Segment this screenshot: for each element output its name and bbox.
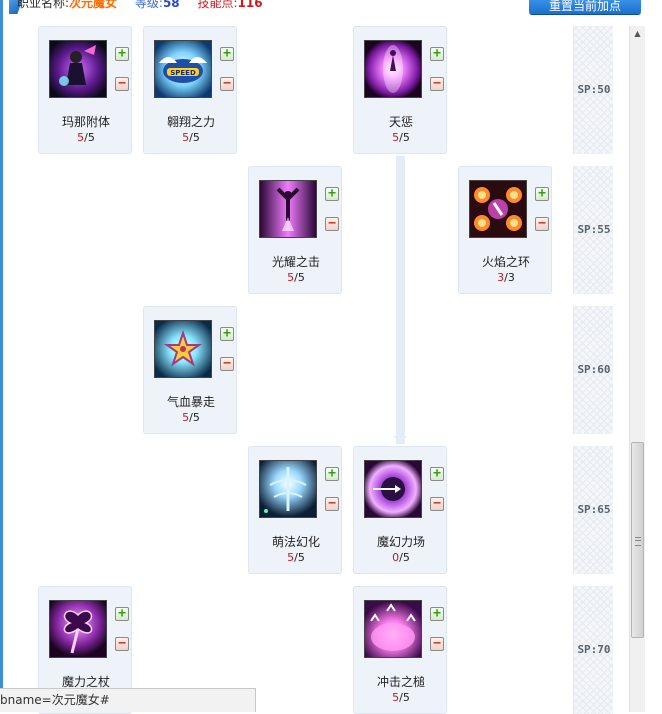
- add-point-button[interactable]: +: [430, 467, 444, 481]
- skill-level-max: /5: [189, 131, 200, 144]
- add-point-button[interactable]: +: [430, 607, 444, 621]
- skill-card-impact-hammer: + − 冲击之槌 5/5: [353, 586, 447, 714]
- remove-point-button[interactable]: −: [325, 217, 339, 231]
- remove-point-button[interactable]: −: [115, 77, 129, 91]
- sp-label: SP:70: [577, 643, 611, 656]
- level-label: 等级:: [134, 0, 163, 10]
- skill-level-max: /5: [399, 131, 410, 144]
- skill-card-mana-possession: + − 玛那附体 5/5: [38, 26, 132, 154]
- sp-row-60: SP:60: [573, 306, 613, 434]
- skill-name: 天惩: [388, 115, 413, 129]
- add-point-button[interactable]: +: [430, 47, 444, 61]
- skill-level: 5/5: [354, 131, 448, 144]
- sp-label: SP:60: [577, 363, 611, 376]
- remove-point-button[interactable]: −: [430, 637, 444, 651]
- skill-card-flame-ring: + − 火焰之环 3/3: [458, 166, 552, 294]
- sp-label: SP:50: [577, 83, 611, 96]
- sp-row-55: SP:55: [573, 166, 613, 294]
- add-point-button[interactable]: +: [325, 187, 339, 201]
- remove-point-button[interactable]: −: [430, 497, 444, 511]
- skill-name: 魔幻力场: [376, 535, 425, 549]
- skill-level: 5/5: [144, 131, 238, 144]
- skill-level: 5/5: [144, 411, 238, 424]
- skill-card-speed-wings: SPEED + − 翱翔之力 5/5: [143, 26, 237, 154]
- connector-arrow-icon: [393, 436, 407, 444]
- blood-rampage-icon[interactable]: [154, 320, 212, 378]
- add-point-button[interactable]: +: [535, 187, 549, 201]
- skill-level-max: /5: [399, 691, 410, 704]
- level-value: 58: [162, 0, 180, 10]
- heaven-punish-icon[interactable]: [364, 40, 422, 98]
- svg-text:SPEED: SPEED: [170, 69, 196, 77]
- scroll-grip-icon: [635, 537, 641, 546]
- radiant-strike-icon[interactable]: [259, 180, 317, 238]
- speed-wings-icon[interactable]: SPEED: [154, 40, 212, 98]
- remove-point-button[interactable]: −: [115, 637, 129, 651]
- remove-point-button[interactable]: −: [220, 77, 234, 91]
- skill-name: 冲击之槌: [376, 675, 425, 689]
- add-point-button[interactable]: +: [325, 467, 339, 481]
- reset-points-button[interactable]: 重置当前加点: [529, 0, 641, 14]
- skill-name: 玛那附体: [61, 115, 110, 129]
- job-name: 次元魔女: [69, 0, 118, 10]
- skill-level: 0/5: [354, 551, 448, 564]
- skill-card-radiant-strike: + − 光耀之击 5/5: [248, 166, 342, 294]
- skill-prerequisite-connector: [396, 156, 405, 444]
- skill-level: 5/5: [249, 271, 343, 284]
- points-label: 技能点:: [197, 0, 238, 10]
- add-point-button[interactable]: +: [115, 47, 129, 61]
- remove-point-button[interactable]: −: [325, 497, 339, 511]
- points-value: 116: [237, 0, 263, 10]
- skill-level: 5/5: [249, 551, 343, 564]
- impact-hammer-icon[interactable]: [364, 600, 422, 658]
- skill-name: 翱翔之力: [166, 115, 215, 129]
- job-label: 职业名称:: [17, 0, 70, 10]
- status-bar: bname=次元魔女#: [0, 688, 256, 712]
- skill-level-max: /3: [504, 271, 515, 284]
- scroll-up-arrow-icon[interactable]: ▲: [630, 26, 645, 41]
- remove-point-button[interactable]: −: [220, 357, 234, 371]
- magic-field-icon[interactable]: [364, 460, 422, 518]
- remove-point-button[interactable]: −: [535, 217, 549, 231]
- cute-magic-icon[interactable]: [259, 460, 317, 518]
- add-point-button[interactable]: +: [220, 327, 234, 341]
- skill-tree-frame: 职业名称:次元魔女 等级:58 技能点:116 重置当前加点 SP:50 SP:…: [0, 0, 641, 714]
- skill-level: 3/3: [459, 271, 553, 284]
- skill-name: 萌法幻化: [271, 535, 320, 549]
- sp-label: SP:55: [577, 223, 611, 236]
- skill-level-max: /5: [294, 551, 305, 564]
- skill-card-blood-rampage: + − 气血暴走 5/5: [143, 306, 237, 434]
- skill-level: 5/5: [39, 131, 133, 144]
- skill-level: 5/5: [354, 691, 448, 704]
- skill-name: 气血暴走: [166, 395, 215, 409]
- sp-row-50: SP:50: [573, 26, 613, 154]
- scroll-thumb[interactable]: [631, 442, 644, 638]
- vertical-scrollbar[interactable]: ▲: [629, 26, 645, 712]
- skill-level-max: /5: [84, 131, 95, 144]
- skill-card-heaven-punish: + − 天惩 5/5: [353, 26, 447, 154]
- add-point-button[interactable]: +: [220, 47, 234, 61]
- remove-point-button[interactable]: −: [430, 77, 444, 91]
- skill-card-cute-magic: + − 萌法幻化 5/5: [248, 446, 342, 574]
- skill-name: 火焰之环: [481, 255, 530, 269]
- mana-possession-icon[interactable]: [49, 40, 107, 98]
- skill-card-magic-field: + − 魔幻力场 0/5: [353, 446, 447, 574]
- skill-name: 光耀之击: [271, 255, 320, 269]
- sp-row-65: SP:65: [573, 446, 613, 574]
- sp-row-70: SP:70: [573, 586, 613, 714]
- skill-level-max: /5: [399, 551, 410, 564]
- add-point-button[interactable]: +: [115, 607, 129, 621]
- skill-level-max: /5: [189, 411, 200, 424]
- magic-staff-icon[interactable]: [49, 600, 107, 658]
- sp-label: SP:65: [577, 503, 611, 516]
- skill-level-max: /5: [294, 271, 305, 284]
- flame-ring-icon[interactable]: [469, 180, 527, 238]
